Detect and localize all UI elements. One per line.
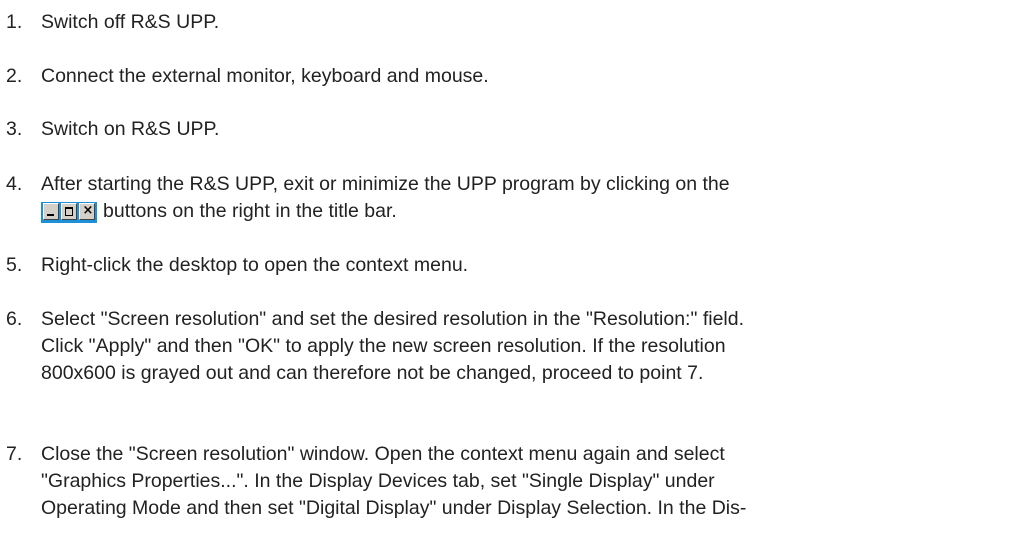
minimize-icon bbox=[43, 203, 59, 220]
step-number: 3. bbox=[6, 118, 23, 140]
step-text-line: Close the "Screen resolution" window. Op… bbox=[41, 443, 725, 465]
step-text-line: Right-click the desktop to open the cont… bbox=[41, 254, 469, 276]
step-text-line-with-icon: × buttons on the right in the title bar. bbox=[41, 198, 1021, 225]
step-text-line: Select "Screen resolution" and set the d… bbox=[41, 308, 745, 330]
maximize-icon bbox=[61, 203, 77, 220]
step-number: 5. bbox=[6, 254, 23, 276]
step-text-line: Click "Apply" and then "OK" to apply the… bbox=[41, 335, 726, 357]
step-text-line: Operating Mode and then set "Digital Dis… bbox=[41, 497, 747, 519]
title-bar-buttons-icon: × bbox=[41, 202, 97, 223]
step-text-line: "Graphics Properties...". In the Display… bbox=[41, 470, 715, 492]
step-text-line: 800x600 is grayed out and can therefore … bbox=[41, 362, 704, 384]
step-text-line: After starting the R&S UPP, exit or mini… bbox=[41, 173, 730, 195]
step-number: 2. bbox=[6, 65, 23, 87]
close-icon: × bbox=[79, 203, 95, 220]
step-number: 7. bbox=[6, 443, 23, 465]
step-text-line: Connect the external monitor, keyboard a… bbox=[41, 65, 489, 87]
step-number: 1. bbox=[6, 11, 23, 33]
step-number: 4. bbox=[6, 173, 23, 195]
step-text-line: Switch off R&S UPP. bbox=[41, 11, 220, 33]
step-text: buttons on the right in the title bar. bbox=[103, 200, 397, 222]
step-text-line: Switch on R&S UPP. bbox=[41, 118, 220, 140]
step-number: 6. bbox=[6, 308, 23, 330]
